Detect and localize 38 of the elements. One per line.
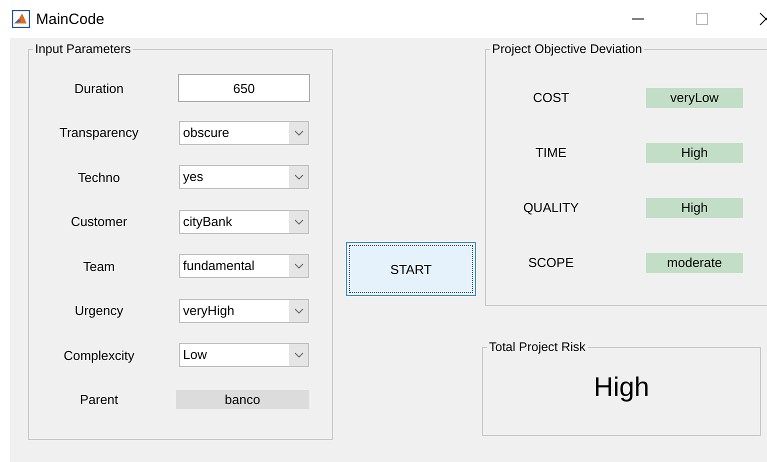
dropdown[interactable]: veryHigh: [179, 298, 309, 323]
start-button[interactable]: START: [346, 242, 476, 296]
chevron-down-icon: [294, 263, 304, 270]
objective-value: High: [646, 198, 743, 218]
dropdown[interactable]: yes: [179, 165, 309, 190]
objective-value: veryLow: [646, 88, 743, 108]
group-title: Total Project Risk: [488, 340, 587, 354]
group-title: Input Parameters: [34, 42, 132, 56]
field-label: Urgency: [74, 303, 124, 318]
chevron-down-icon: [294, 130, 304, 136]
objective-label: QUALITY: [522, 200, 580, 215]
field-label: Duration: [73, 80, 125, 96]
value-display: banco: [176, 390, 309, 410]
field-label: Parent: [78, 392, 120, 408]
dropdown[interactable]: Low: [179, 343, 309, 368]
input-field[interactable]: 650: [178, 74, 310, 102]
field-label: Customer: [70, 214, 128, 230]
window-title: MainCode: [36, 10, 104, 28]
field-label: Complexcity: [62, 348, 136, 363]
dropdown[interactable]: cityBank: [179, 210, 309, 234]
dropdown[interactable]: obscure: [179, 120, 309, 145]
app-logo-icon: [12, 10, 30, 28]
close-icon[interactable]: [759, 12, 767, 26]
group-title: Project Objective Deviation: [491, 42, 644, 56]
objective-label: SCOPE: [527, 255, 575, 270]
chevron-down-icon: [294, 174, 304, 180]
field-label: Techno: [77, 170, 121, 185]
chevron-down-icon: [294, 308, 304, 314]
objective-label: COST: [532, 90, 570, 105]
field-label: Team: [82, 258, 116, 274]
risk-value: High: [592, 371, 650, 403]
dropdown[interactable]: fundamental: [179, 254, 309, 278]
objective-label: TIME: [534, 145, 568, 160]
chevron-down-icon: [294, 352, 304, 358]
field-label: Transparency: [58, 125, 140, 140]
chevron-down-icon: [294, 218, 304, 225]
objective-value: High: [646, 142, 743, 162]
objective-value: moderate: [646, 252, 743, 272]
